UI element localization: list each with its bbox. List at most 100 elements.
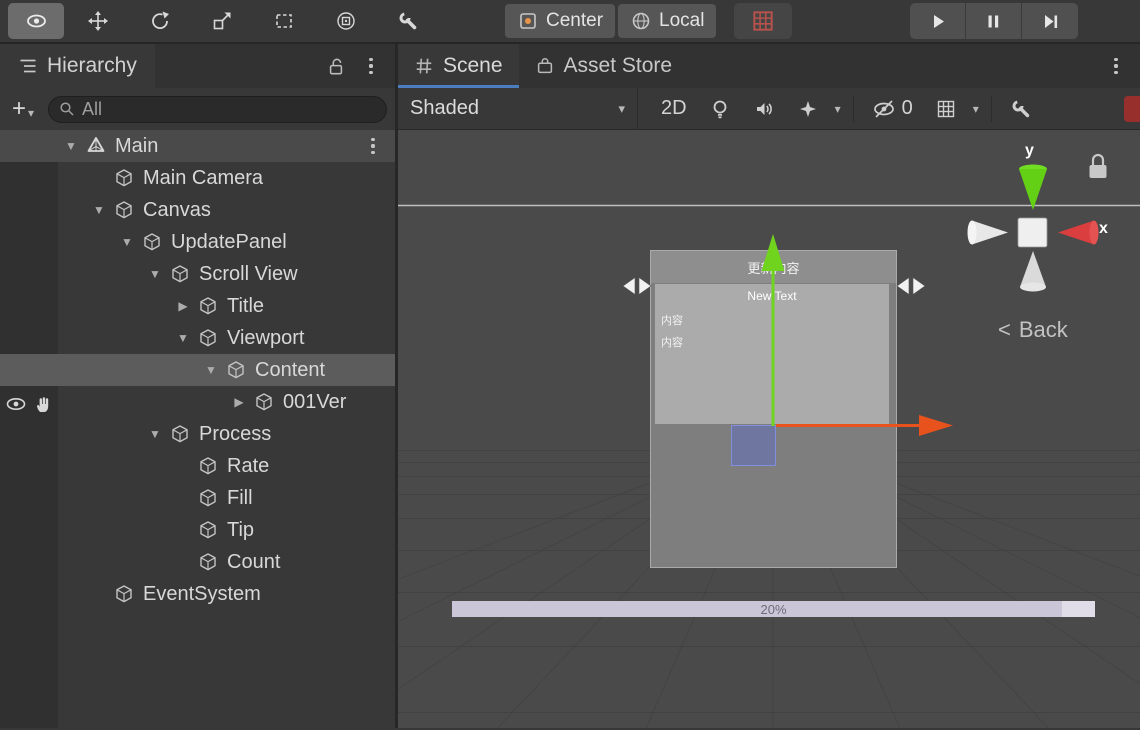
- hierarchy-item-tip[interactable]: Tip: [0, 514, 395, 546]
- scene-effects-button[interactable]: [786, 88, 830, 130]
- new-text-label: New Text: [747, 289, 797, 303]
- progress-label: 20%: [760, 601, 787, 617]
- update-panel-object: 更新内容 New Text 内容 内容: [650, 250, 897, 568]
- step-button[interactable]: [1022, 3, 1078, 39]
- scene-panel: Scene Asset Store Shaded ▾ 2D ▾ 0 ▾ 更新内容…: [398, 44, 1140, 728]
- play-icon: [934, 14, 944, 28]
- pause-button[interactable]: [966, 3, 1022, 39]
- hierarchy-item-eventsystem[interactable]: EventSystem: [0, 578, 395, 610]
- lightbulb-icon: [713, 100, 726, 118]
- scene-asset-icon: [87, 137, 105, 152]
- visibility-eye-icon[interactable]: [5, 394, 27, 414]
- item-label: Fill: [227, 486, 253, 509]
- hierarchy-item-title[interactable]: ▶ Title: [0, 290, 395, 322]
- progress-bar: 20%: [452, 601, 1095, 617]
- play-button[interactable]: [910, 3, 966, 39]
- item-label: Count: [227, 550, 281, 573]
- hierarchy-item-fill[interactable]: Fill: [0, 482, 395, 514]
- hierarchy-toolbar: + ▾ All: [0, 88, 395, 130]
- hierarchy-item-main[interactable]: ▼ Main: [0, 130, 395, 162]
- hierarchy-item-scroll-view[interactable]: ▼ Scroll View: [0, 258, 395, 290]
- orientation-label: Local: [659, 10, 705, 31]
- pickability-hand-icon[interactable]: [33, 394, 53, 414]
- gameobject-cube-icon: [172, 265, 188, 283]
- panel-title: 更新内容: [651, 251, 896, 283]
- hierarchy-panel: Hierarchy + ▾ All ▼ Main Main Camera ▼ C…: [0, 44, 395, 728]
- search-icon: [60, 102, 74, 116]
- wrench-icon: [399, 12, 417, 30]
- draw-mode-value: Shaded: [410, 97, 479, 119]
- scene-options-button[interactable]: [367, 138, 379, 154]
- hierarchy-item-updatepanel[interactable]: ▼ UpdatePanel: [0, 226, 395, 258]
- pause-icon: [988, 15, 999, 27]
- pivot-toggle-button[interactable]: Center: [505, 4, 616, 38]
- scene-grid-visibility-button[interactable]: [924, 88, 968, 130]
- hierarchy-item-001ver[interactable]: ▶ 001Ver: [0, 386, 395, 418]
- asset-store-tab[interactable]: Asset Store: [519, 44, 689, 88]
- wrench-icon: [1012, 100, 1029, 117]
- expand-toggle[interactable]: ▼: [142, 267, 168, 281]
- scene-panel-menu-button[interactable]: [1110, 58, 1122, 74]
- expand-toggle[interactable]: ▶: [170, 299, 196, 313]
- 2d-toggle-button[interactable]: 2D: [650, 88, 698, 130]
- grid-snap-button[interactable]: [734, 3, 793, 39]
- draw-mode-dropdown[interactable]: Shaded ▾: [398, 87, 638, 130]
- row-visibility-controls: [0, 391, 58, 417]
- hierarchy-item-count[interactable]: Count: [0, 546, 395, 578]
- expand-toggle[interactable]: ▼: [114, 235, 140, 249]
- hierarchy-menu-button[interactable]: [365, 58, 377, 74]
- hierarchy-item-content[interactable]: ▼ Content: [0, 354, 395, 386]
- scene-viewport[interactable]: 更新内容 New Text 内容 内容 y x < Back 20%: [398, 130, 1140, 728]
- x-axis-label: x: [1099, 220, 1108, 237]
- progress-remainder: [1062, 601, 1095, 617]
- scale-tool-button[interactable]: [194, 3, 250, 39]
- hierarchy-search-input[interactable]: All: [48, 95, 387, 123]
- expand-toggle[interactable]: ▼: [142, 427, 168, 441]
- rotate-tool-button[interactable]: [132, 3, 188, 39]
- view-tool-button[interactable]: [8, 3, 64, 39]
- custom-tool-button[interactable]: [380, 3, 436, 39]
- hierarchy-tab[interactable]: Hierarchy: [0, 44, 155, 88]
- pivot-label: Center: [546, 10, 604, 31]
- scene-tab[interactable]: Scene: [398, 44, 519, 88]
- hierarchy-item-rate[interactable]: Rate: [0, 450, 395, 482]
- gameobject-cube-icon: [116, 201, 132, 219]
- expand-toggle[interactable]: ▼: [58, 139, 84, 153]
- hierarchy-list-icon: [20, 59, 36, 73]
- item-label: Tip: [227, 518, 255, 541]
- hierarchy-item-viewport[interactable]: ▼ Viewport: [0, 322, 395, 354]
- gameobject-cube-icon: [256, 393, 272, 411]
- lock-icon[interactable]: [327, 57, 345, 76]
- move-icon: [88, 11, 108, 31]
- hierarchy-item-canvas[interactable]: ▼ Canvas: [0, 194, 395, 226]
- grid-icon: [937, 100, 954, 117]
- item-label: Content: [255, 358, 326, 381]
- scene-lighting-button[interactable]: [698, 88, 742, 130]
- selected-rect-highlight: [731, 425, 776, 466]
- expand-toggle[interactable]: ▼: [86, 203, 112, 217]
- scene-audio-button[interactable]: [742, 88, 786, 130]
- expand-toggle[interactable]: ▶: [226, 395, 252, 409]
- tool-strip: [8, 3, 436, 39]
- scene-visibility-button[interactable]: 0: [861, 88, 924, 130]
- play-controls: [910, 3, 1078, 39]
- create-object-button[interactable]: + ▾: [8, 97, 38, 121]
- scene-camera-settings-button[interactable]: [999, 88, 1043, 130]
- expand-toggle[interactable]: ▼: [170, 331, 196, 345]
- gameobject-cube-icon: [144, 233, 160, 251]
- transform-tool-button[interactable]: [318, 3, 374, 39]
- rect-tool-button[interactable]: [256, 3, 312, 39]
- effects-star-icon: [799, 100, 816, 117]
- hierarchy-item-process[interactable]: ▼ Process: [0, 418, 395, 450]
- move-tool-button[interactable]: [70, 3, 126, 39]
- effects-dropdown-caret[interactable]: ▾: [830, 102, 846, 116]
- toolbar-separator: [990, 95, 992, 122]
- back-button[interactable]: < Back: [998, 317, 1068, 343]
- scroll-view-content: New Text 内容 内容: [655, 284, 889, 424]
- grid-dropdown-caret[interactable]: ▾: [968, 102, 984, 116]
- hierarchy-item-main-camera[interactable]: Main Camera: [0, 162, 395, 194]
- gizmos-swatch-button[interactable]: [1124, 95, 1140, 122]
- orientation-toggle-button[interactable]: Local: [618, 4, 717, 38]
- expand-toggle[interactable]: ▼: [198, 363, 224, 377]
- item-label: UpdatePanel: [171, 230, 287, 253]
